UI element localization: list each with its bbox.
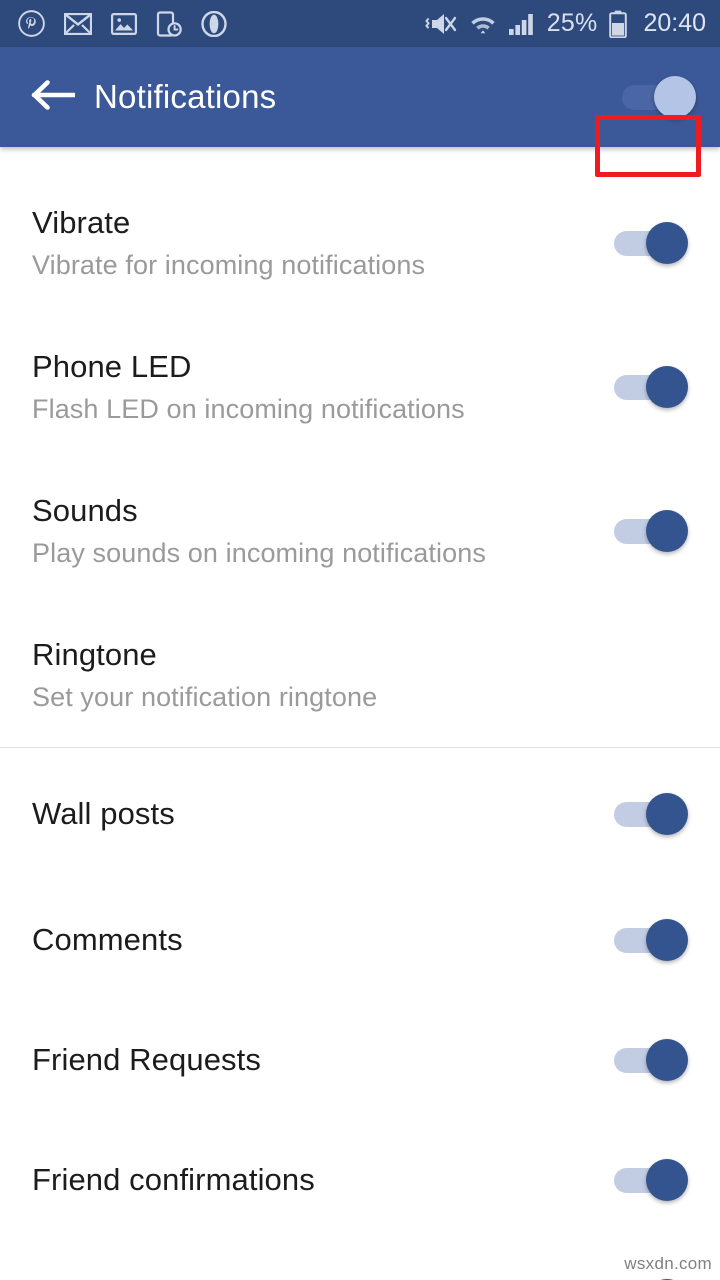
friend-requests-toggle[interactable]: [614, 1039, 688, 1081]
settings-list: Vibrate Vibrate for incoming notificatio…: [0, 147, 720, 1280]
list-item-texts: Friend confirmations: [32, 1161, 614, 1197]
pinterest-icon: [18, 10, 45, 37]
list-item-title: Comments: [32, 921, 183, 957]
list-item-texts: Sounds Play sounds on incoming notificat…: [32, 492, 614, 569]
phone-led-toggle[interactable]: [614, 366, 688, 408]
list-item-texts: Friend Requests: [32, 1041, 614, 1077]
mail-icon: [64, 12, 92, 35]
list-item-subtitle: Flash LED on incoming notifications: [32, 394, 465, 425]
list-item-subtitle: Play sounds on incoming notifications: [32, 538, 486, 569]
phone-screen: 25% 20:40 Notifications Vibrate Vibrate …: [0, 0, 720, 1280]
list-item-title: Wall posts: [32, 795, 175, 831]
status-bar-system-icons: 25% 20:40: [424, 9, 706, 38]
back-button[interactable]: [24, 69, 80, 125]
list-item-title: Vibrate: [32, 204, 131, 240]
list-item-photo-tags[interactable]: Photo tags: [0, 1240, 720, 1280]
toggle-thumb: [654, 76, 696, 118]
list-item-friend-confirmations[interactable]: Friend confirmations: [0, 1120, 720, 1240]
photo-icon: [111, 12, 137, 36]
list-item-texts: Wall posts: [32, 795, 614, 831]
list-top-spacer: [0, 147, 720, 171]
status-bar-notification-icons: [18, 10, 227, 37]
list-item-title: Friend Requests: [32, 1041, 261, 1077]
toggle-thumb: [646, 1159, 688, 1201]
sounds-toggle[interactable]: [614, 510, 688, 552]
toggle-thumb: [646, 793, 688, 835]
list-item-phone-led[interactable]: Phone LED Flash LED on incoming notifica…: [0, 315, 720, 459]
device-clock-icon: [156, 10, 182, 37]
page-title: Notifications: [94, 78, 277, 115]
list-item-title: Sounds: [32, 492, 138, 528]
section-activity: Wall posts Comments Friend Requests Frie…: [0, 748, 720, 1280]
section-general: Vibrate Vibrate for incoming notificatio…: [0, 171, 720, 747]
list-item-vibrate[interactable]: Vibrate Vibrate for incoming notificatio…: [0, 171, 720, 315]
friend-confirmations-toggle[interactable]: [614, 1159, 688, 1201]
list-item-friend-requests[interactable]: Friend Requests: [0, 1000, 720, 1120]
app-bar: Notifications: [0, 47, 720, 177]
status-bar: 25% 20:40: [0, 0, 720, 47]
watermark: wsxdn.com: [624, 1254, 712, 1273]
list-item-texts: Vibrate Vibrate for incoming notificatio…: [32, 204, 614, 281]
vibrate-mute-icon: [424, 11, 458, 37]
status-bar-clock: 20:40: [643, 9, 706, 37]
toggle-thumb: [646, 366, 688, 408]
list-item-title: Friend confirmations: [32, 1161, 315, 1197]
list-item-title: Phone LED: [32, 348, 192, 384]
list-item-texts: Phone LED Flash LED on incoming notifica…: [32, 348, 614, 425]
signal-icon: [508, 12, 536, 36]
battery-icon: [608, 10, 628, 38]
list-item-subtitle: Set your notification ringtone: [32, 682, 378, 713]
list-item-ringtone[interactable]: Ringtone Set your notification ringtone: [0, 603, 720, 747]
master-notifications-toggle[interactable]: [622, 76, 696, 118]
list-item-texts: Comments: [32, 921, 614, 957]
vibrate-toggle[interactable]: [614, 222, 688, 264]
toggle-thumb: [646, 222, 688, 264]
list-item-texts: Ringtone Set your notification ringtone: [32, 636, 688, 713]
toggle-thumb: [646, 510, 688, 552]
wifi-icon: [469, 11, 497, 37]
list-item-subtitle: Vibrate for incoming notifications: [32, 250, 426, 281]
toggle-thumb: [646, 1039, 688, 1081]
toggle-thumb: [646, 919, 688, 961]
back-arrow-icon: [29, 77, 77, 118]
list-item-wall-posts[interactable]: Wall posts: [0, 748, 720, 880]
list-item-title: Ringtone: [32, 636, 157, 672]
list-item-sounds[interactable]: Sounds Play sounds on incoming notificat…: [0, 459, 720, 603]
battery-percent-label: 25%: [546, 9, 598, 37]
comments-toggle[interactable]: [614, 919, 688, 961]
list-item-comments[interactable]: Comments: [0, 880, 720, 1000]
app-bar-actions: [622, 76, 696, 118]
wall-posts-toggle[interactable]: [614, 793, 688, 835]
opera-icon: [201, 10, 227, 37]
